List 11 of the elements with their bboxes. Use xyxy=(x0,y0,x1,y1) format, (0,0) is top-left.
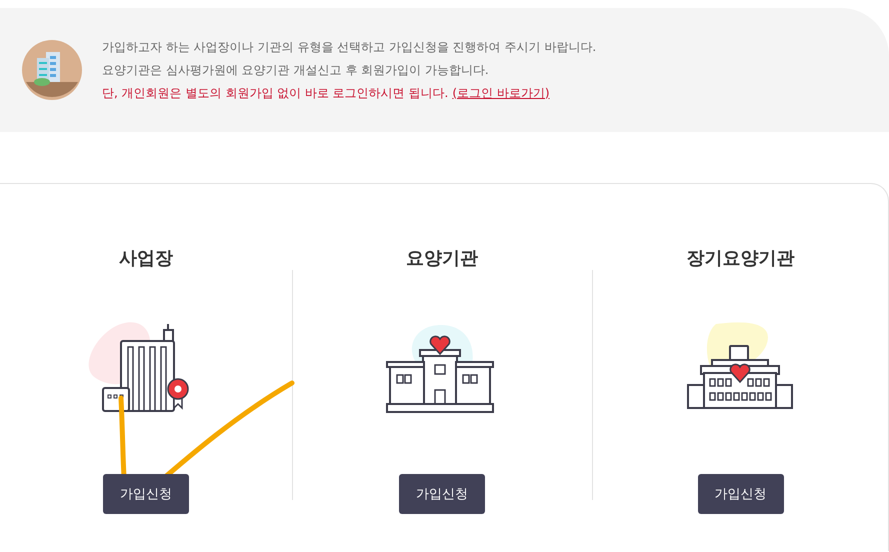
type-title: 사업장 xyxy=(119,247,173,271)
apply-button[interactable]: 가입신청 xyxy=(399,474,485,514)
apply-button[interactable]: 가입신청 xyxy=(103,474,189,514)
login-link[interactable]: (로그인 바로가기) xyxy=(452,86,550,100)
notice-warning: 단, 개인회원은 별도의 회원가입 없이 바로 로그인하시면 됩니다. (로그인 바로가기) xyxy=(102,84,551,102)
type-title: 요양기관 xyxy=(406,247,478,271)
notice-text: 가입하고자 하는 사업장이나 기관의 유형을 선택하고 가입신청을 진행하여 주시기 바랍니다. xyxy=(102,38,596,56)
type-title: 장기요양기관 xyxy=(686,247,794,271)
notice-text: 요양기관은 심사평가원에 요양기관 개설신고 후 회원가입이 가능합니다. xyxy=(102,62,490,78)
building-icon xyxy=(22,40,82,100)
apply-button[interactable]: 가입신청 xyxy=(698,474,784,514)
